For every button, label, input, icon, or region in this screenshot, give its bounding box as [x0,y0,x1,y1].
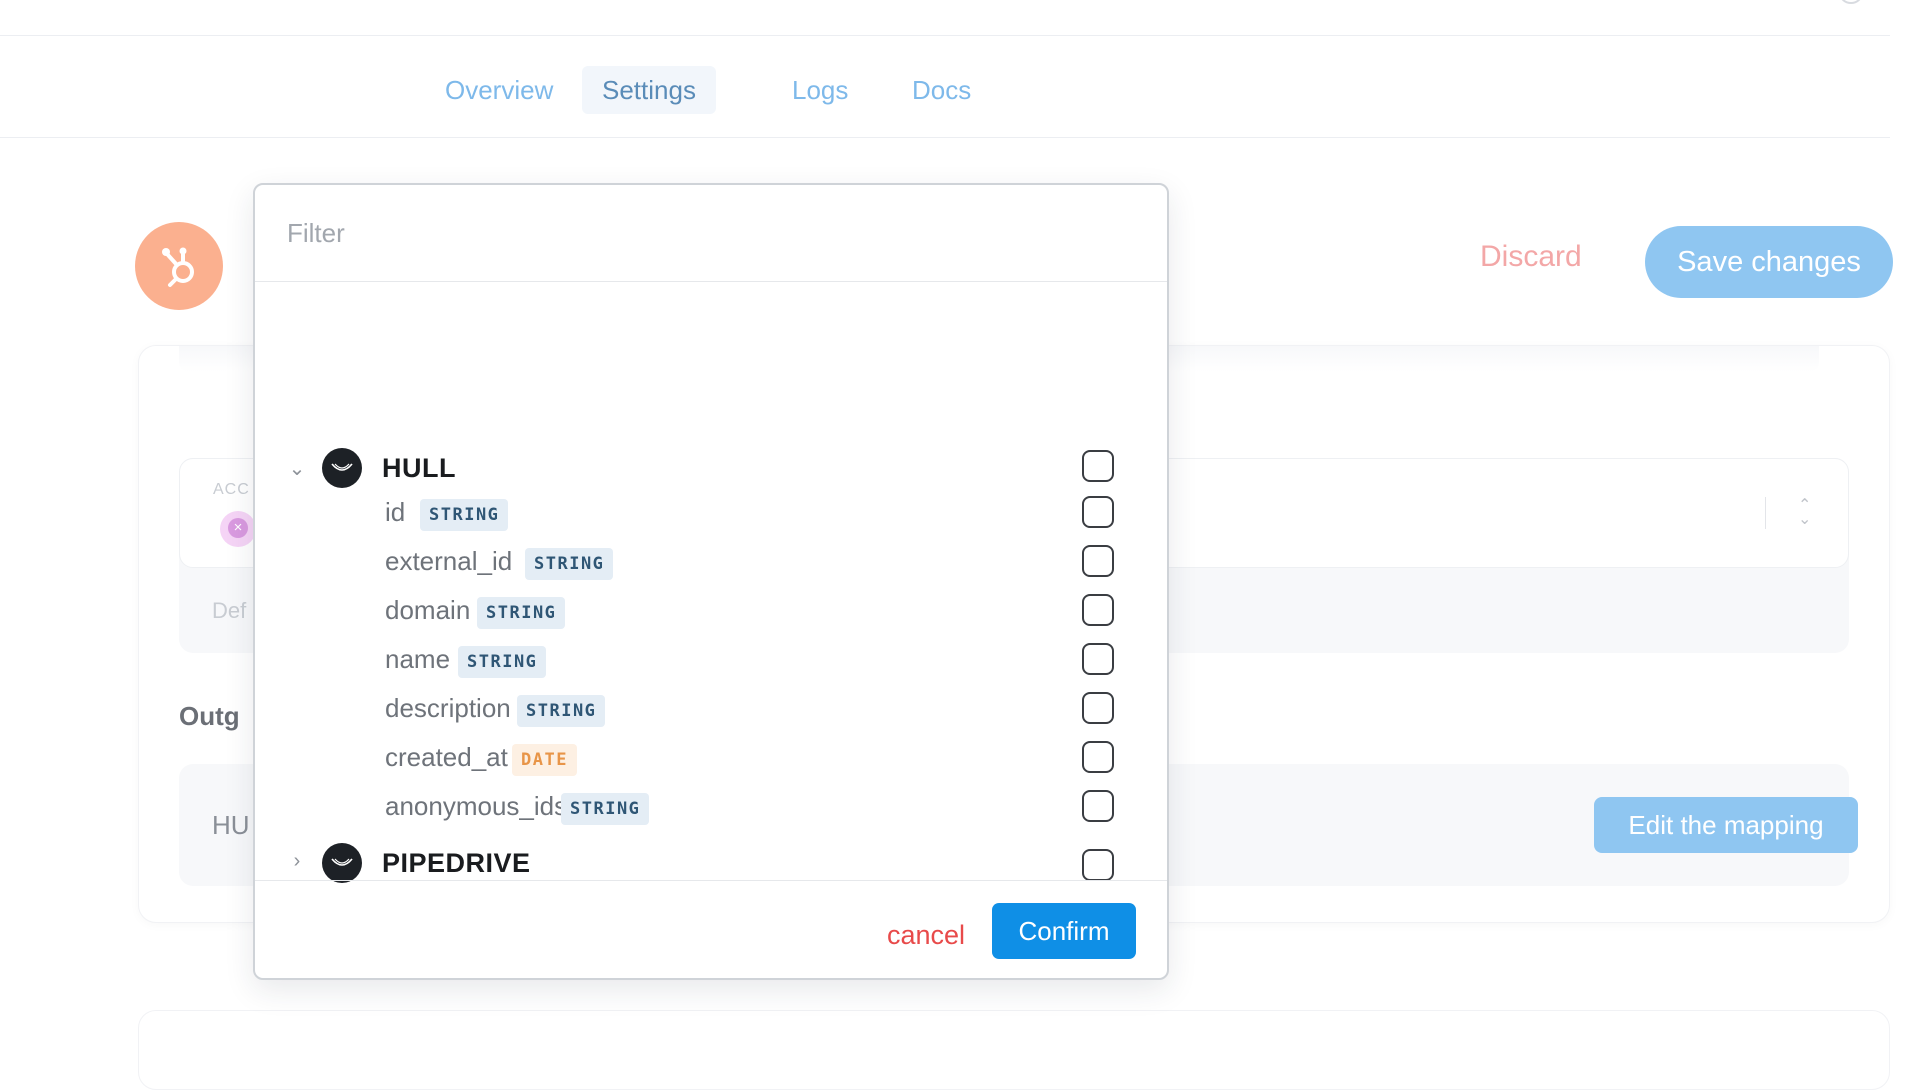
chevron-right-icon[interactable]: › [285,849,309,873]
confirm-button[interactable]: Confirm [992,903,1136,959]
mapping-row-label: HU [212,810,250,840]
checkbox-field-created-at[interactable] [1082,741,1114,773]
pipedrive-logo-icon [322,843,362,883]
type-badge: STRING [477,597,566,629]
remove-chip-icon[interactable] [220,511,256,547]
top-bar [0,0,1890,36]
field-label-name: name [385,644,451,674]
type-badge: STRING [458,646,547,678]
settings-card-2 [138,1010,1890,1090]
checkbox-field-external-id[interactable] [1082,545,1114,577]
default-hint: Def [212,598,247,623]
type-badge: STRING [420,499,509,531]
account-label: ACC [213,481,250,498]
type-badge: STRING [517,695,606,727]
outgoing-heading: Outg [179,701,240,731]
discard-button[interactable]: Discard [1480,240,1582,274]
field-label-anonymous-ids: anonymous_ids [385,791,568,821]
field-label-description: description [385,693,511,723]
group-label-pipedrive: PIPEDRIVE [382,848,531,878]
type-badge: STRING [561,793,650,825]
type-badge: DATE [512,744,577,776]
cancel-button[interactable]: cancel [887,920,965,951]
field-label-id: id [385,497,406,527]
checkbox-group-hull[interactable] [1082,450,1114,482]
checkbox-field-domain[interactable] [1082,594,1114,626]
group-label-hull: HULL [382,453,456,483]
select-separator [1765,497,1766,529]
hull-logo-icon [322,448,362,488]
save-changes-button[interactable]: Save changes [1645,226,1893,298]
checkbox-group-pipedrive[interactable] [1082,849,1114,881]
popover-divider [255,880,1167,881]
select-arrows-icon[interactable]: ⌃ ⌄ [1798,498,1811,528]
field-label-domain: domain [385,595,471,625]
tab-bar: Overview Settings Logs Docs [0,36,1890,138]
tab-logs[interactable]: Logs [772,66,868,114]
field-label-external-id: external_id [385,546,513,576]
hubspot-icon [135,222,223,310]
edit-mapping-button[interactable]: Edit the mapping [1594,797,1858,853]
checkbox-field-anonymous-ids[interactable] [1082,790,1114,822]
checkbox-field-id[interactable] [1082,496,1114,528]
filter-input[interactable] [255,185,1167,282]
user-avatar[interactable] [1840,0,1862,4]
checkbox-field-description[interactable] [1082,692,1114,724]
type-badge: STRING [525,548,614,580]
tab-overview[interactable]: Overview [425,66,573,114]
tab-settings[interactable]: Settings [582,66,716,114]
attribute-picker-popover: ⌄ HULL id STRING external_id STRING doma… [253,183,1169,980]
chevron-down-icon[interactable]: ⌄ [285,457,309,481]
field-label-created-at: created_at [385,742,508,772]
tab-docs[interactable]: Docs [892,66,991,114]
checkbox-field-name[interactable] [1082,643,1114,675]
